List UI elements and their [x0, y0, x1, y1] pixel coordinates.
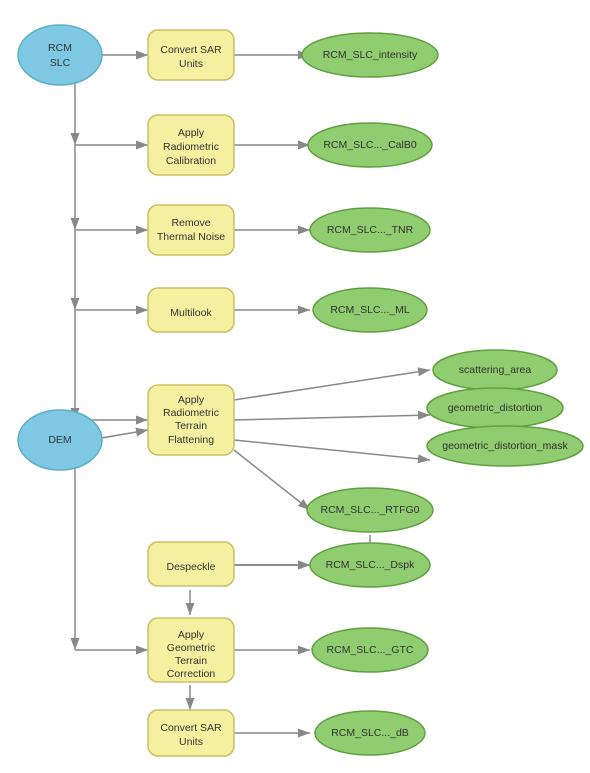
label-out-scattering: scattering_area: [459, 364, 532, 376]
label-out-rtfg0: RCM_SLC..._RTFG0: [321, 504, 420, 516]
label-despeckle: Despeckle: [166, 561, 215, 573]
label-rcm-slc: RCM: [48, 42, 72, 54]
label-out-tnr: RCM_SLC..._TNR: [327, 224, 414, 236]
label-multilook: Multilook: [170, 307, 212, 319]
label-out-geomask: geometric_distortion_mask: [442, 440, 568, 452]
label-convert-sar-1: Convert SAR: [160, 44, 222, 56]
label-gtc2: Geometric: [167, 642, 215, 654]
label-radio-cal2: Radiometric: [163, 141, 219, 153]
label-out-ml: RCM_SLC..._ML: [330, 304, 410, 316]
node-rcm-slc[interactable]: [18, 25, 102, 85]
label-gtc3: Terrain: [175, 655, 207, 667]
label-rtf4: Flattening: [168, 434, 214, 446]
label-convert-sar-2: Convert SAR: [160, 722, 222, 734]
label-out-db: RCM_SLC..._dB: [331, 727, 409, 739]
arrow-rtf-scattering: [234, 370, 430, 400]
label-dem: DEM: [48, 434, 71, 446]
label-out-gtc: RCM_SLC..._GTC: [327, 644, 414, 656]
arrow-rtf-rtfg0: [234, 450, 310, 510]
label-convert-sar-1b: Units: [179, 58, 203, 70]
label-radio-cal: Apply: [178, 127, 205, 139]
label-out-calb0: RCM_SLC..._CalB0: [323, 139, 417, 151]
label-convert-sar-2b: Units: [179, 736, 203, 748]
label-rcm-slc2: SLC: [50, 57, 71, 69]
label-rtf3: Terrain: [175, 420, 207, 432]
workflow-diagram: RCM SLC DEM Convert SAR Units Apply Radi…: [0, 0, 590, 773]
label-out-intensity: RCM_SLC_intensity: [323, 49, 418, 61]
label-out-dspk: RCM_SLC..._Dspk: [326, 559, 415, 571]
label-gtc4: Correction: [167, 668, 216, 680]
label-gtc: Apply: [178, 629, 205, 641]
label-rtf: Apply: [178, 394, 205, 406]
label-radio-cal3: Calibration: [166, 155, 216, 167]
label-remove-thermal2: Thermal Noise: [157, 231, 225, 243]
arrow-rtf-geodist: [234, 415, 430, 420]
label-remove-thermal: Remove: [171, 217, 210, 229]
label-out-geodist: geometric_distortion: [448, 402, 543, 414]
label-rtf2: Radiometric: [163, 407, 219, 419]
arrow-rtf-geomask: [234, 440, 430, 460]
